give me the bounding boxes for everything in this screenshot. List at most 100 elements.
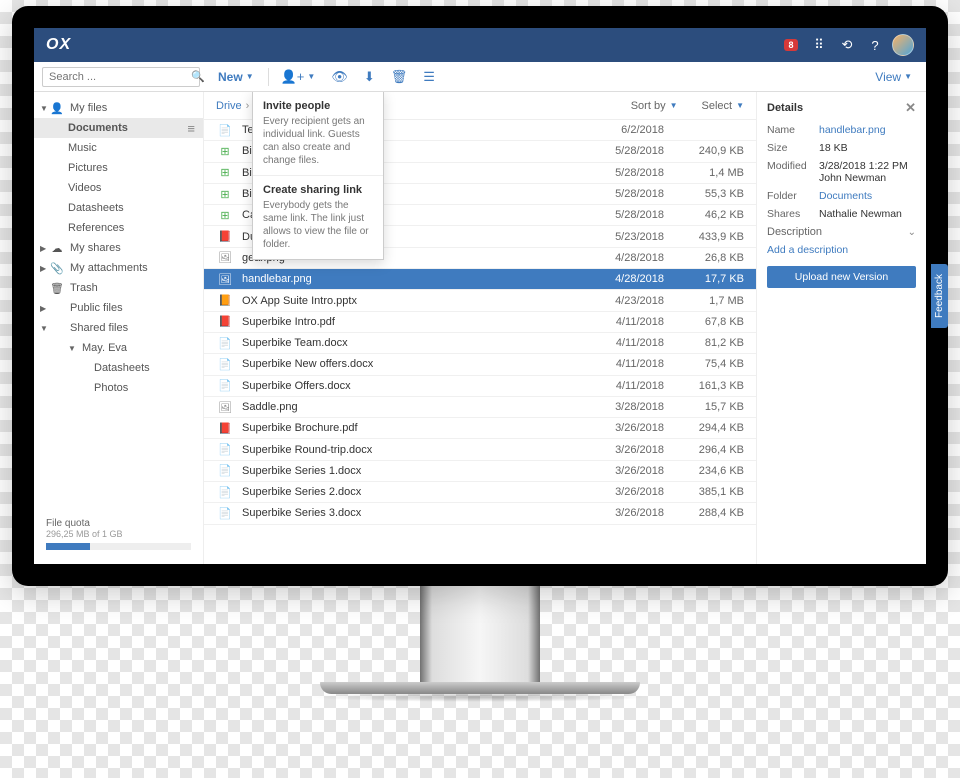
upload-version-button[interactable]: Upload new Version <box>767 266 916 288</box>
sidebar-item-music[interactable]: Music <box>34 138 203 158</box>
file-row[interactable]: 📄Superbike Series 3.docx3/26/2018288,4 K… <box>204 503 756 524</box>
detail-name[interactable]: handlebar.png <box>819 124 916 136</box>
file-date: 3/26/2018 <box>584 422 664 434</box>
detail-size: 18 KB <box>819 142 916 154</box>
close-icon[interactable]: ✕ <box>905 100 916 116</box>
apps-icon[interactable]: ⠿ <box>808 34 830 56</box>
sidebar-item-myfiles[interactable]: ▼👤My files <box>34 98 203 118</box>
file-row[interactable]: 📕 Superbike Brochure.pdf3/26/2018294,4 KB <box>204 418 756 439</box>
file-size: 67,8 KB <box>664 316 744 328</box>
file-date: 4/11/2018 <box>584 316 664 328</box>
sidebar-item-datasheets[interactable]: Datasheets <box>34 198 203 218</box>
file-icon: 📄 <box>216 358 234 371</box>
file-name: Superbike Offers.docx <box>242 380 584 392</box>
file-name: Superbike Brochure.pdf <box>242 422 584 434</box>
file-date: 3/28/2018 <box>584 401 664 413</box>
sidebar-item-photos[interactable]: Photos <box>34 378 203 398</box>
add-description[interactable]: Add a description <box>767 244 916 256</box>
topbar: OX 8 ⠿ ⟲ ? <box>34 28 926 62</box>
file-size: 55,3 KB <box>664 188 744 200</box>
file-name: Superbike Team.docx <box>242 337 584 349</box>
sidebar-item-trash[interactable]: 🗑Trash <box>34 278 203 298</box>
sidebar-item-references[interactable]: References <box>34 218 203 238</box>
file-size: 26,8 KB <box>664 252 744 264</box>
file-icon: 📄 <box>216 507 234 520</box>
file-icon: 📄 <box>216 443 234 456</box>
file-row[interactable]: 📄Superbike Series 1.docx3/26/2018234,6 K… <box>204 461 756 482</box>
sortby-menu[interactable]: Sort by▼ <box>631 100 678 112</box>
file-icon: 📕 <box>216 422 234 435</box>
file-name: Saddle.png <box>242 401 584 413</box>
main: Drive› Sort by▼ Select▼ Invite people Ev… <box>204 92 756 564</box>
detail-folder[interactable]: Documents <box>819 190 916 202</box>
details-panel: Details✕ Namehandlebar.png Size18 KB Mod… <box>756 92 926 564</box>
sidebar-item-mayeva[interactable]: ▼May. Eva <box>34 338 203 358</box>
notification-badge[interactable]: 8 <box>780 34 802 56</box>
invite-people-option[interactable]: Invite people Every recipient gets an in… <box>253 92 383 176</box>
file-date: 4/11/2018 <box>584 358 664 370</box>
file-row[interactable]: 📄Superbike Series 2.docx3/26/2018385,1 K… <box>204 482 756 503</box>
search-icon: 🔍 <box>191 70 205 83</box>
sidebar: ▼👤My files Documents≡ Music Pictures Vid… <box>34 92 204 564</box>
file-name: OX App Suite Intro.pptx <box>242 295 584 307</box>
new-button[interactable]: New▼ <box>208 62 264 91</box>
sidebar-item-sharedfiles[interactable]: ▼Shared files <box>34 318 203 338</box>
select-menu[interactable]: Select▼ <box>702 100 745 112</box>
sidebar-item-publicfiles[interactable]: ▶Public files <box>34 298 203 318</box>
file-size: 46,2 KB <box>664 209 744 221</box>
file-size: 294,4 KB <box>664 422 744 434</box>
sidebar-item-videos[interactable]: Videos <box>34 178 203 198</box>
sidebar-item-datasheets2[interactable]: Datasheets <box>34 358 203 378</box>
file-size: 1,4 MB <box>664 167 744 179</box>
file-date: 4/11/2018 <box>584 337 664 349</box>
create-link-option[interactable]: Create sharing link Everybody gets the s… <box>253 176 383 259</box>
file-icon: ⊞ <box>216 188 234 201</box>
file-size: 1,7 MB <box>664 295 744 307</box>
file-row[interactable]: 📄Superbike Offers.docx4/11/2018161,3 KB <box>204 376 756 397</box>
sidebar-item-myshares[interactable]: ▶☁My shares <box>34 238 203 258</box>
sidebar-item-pictures[interactable]: Pictures <box>34 158 203 178</box>
file-date: 6/2/2018 <box>584 124 664 136</box>
file-date: 5/28/2018 <box>584 167 664 179</box>
refresh-icon[interactable]: ⟲ <box>836 34 858 56</box>
more-button[interactable]: ☰ <box>415 62 443 91</box>
chevron-down-icon[interactable]: ⌄ <box>908 227 916 238</box>
file-name: Superbike Series 1.docx <box>242 465 584 477</box>
file-size: 288,4 KB <box>664 507 744 519</box>
file-date: 5/28/2018 <box>584 145 664 157</box>
delete-button[interactable]: 🗑 <box>383 62 416 91</box>
share-button[interactable]: 👤+▼ <box>273 62 324 91</box>
file-icon: 📕 <box>216 315 234 328</box>
help-icon[interactable]: ? <box>864 34 886 56</box>
file-icon: 🖼 <box>216 273 234 286</box>
file-date: 3/26/2018 <box>584 486 664 498</box>
search-input[interactable]: 🔍 <box>42 67 200 87</box>
file-row[interactable]: 📕Superbike Intro.pdf4/11/201867,8 KB <box>204 312 756 333</box>
file-size: 240,9 KB <box>664 145 744 157</box>
file-date: 4/11/2018 <box>584 380 664 392</box>
sidebar-item-myattachments[interactable]: ▶📎My attachments <box>34 258 203 278</box>
sidebar-item-documents[interactable]: Documents≡ <box>34 118 203 138</box>
view-menu[interactable]: View▼ <box>865 62 922 91</box>
file-icon: 📄 <box>216 337 234 350</box>
file-date: 3/26/2018 <box>584 465 664 477</box>
file-row[interactable]: 🖼Saddle.png3/28/201815,7 KB <box>204 397 756 418</box>
file-icon: 🖼 <box>216 251 234 264</box>
breadcrumb[interactable]: Drive› <box>216 100 253 112</box>
file-row[interactable]: 📄Superbike New offers.docx4/11/201875,4 … <box>204 354 756 375</box>
download-button[interactable]: ⬇ <box>356 62 383 91</box>
folder-menu-icon[interactable]: ≡ <box>187 121 195 136</box>
view-button[interactable]: 👁 <box>323 62 356 91</box>
file-row[interactable]: 🖼handlebar.png4/28/201817,7 KB <box>204 269 756 290</box>
file-row[interactable]: 📙OX App Suite Intro.pptx4/23/20181,7 MB <box>204 290 756 311</box>
file-row[interactable]: 📄Superbike Round-trip.docx3/26/2018296,4… <box>204 439 756 460</box>
file-icon: 🖼 <box>216 401 234 414</box>
search-field[interactable] <box>49 71 191 83</box>
file-row[interactable]: 📄Superbike Team.docx4/11/201881,2 KB <box>204 333 756 354</box>
file-icon: ⊞ <box>216 209 234 222</box>
avatar[interactable] <box>892 34 914 56</box>
file-size: 234,6 KB <box>664 465 744 477</box>
file-size: 17,7 KB <box>664 273 744 285</box>
file-size: 296,4 KB <box>664 444 744 456</box>
file-date: 4/23/2018 <box>584 295 664 307</box>
